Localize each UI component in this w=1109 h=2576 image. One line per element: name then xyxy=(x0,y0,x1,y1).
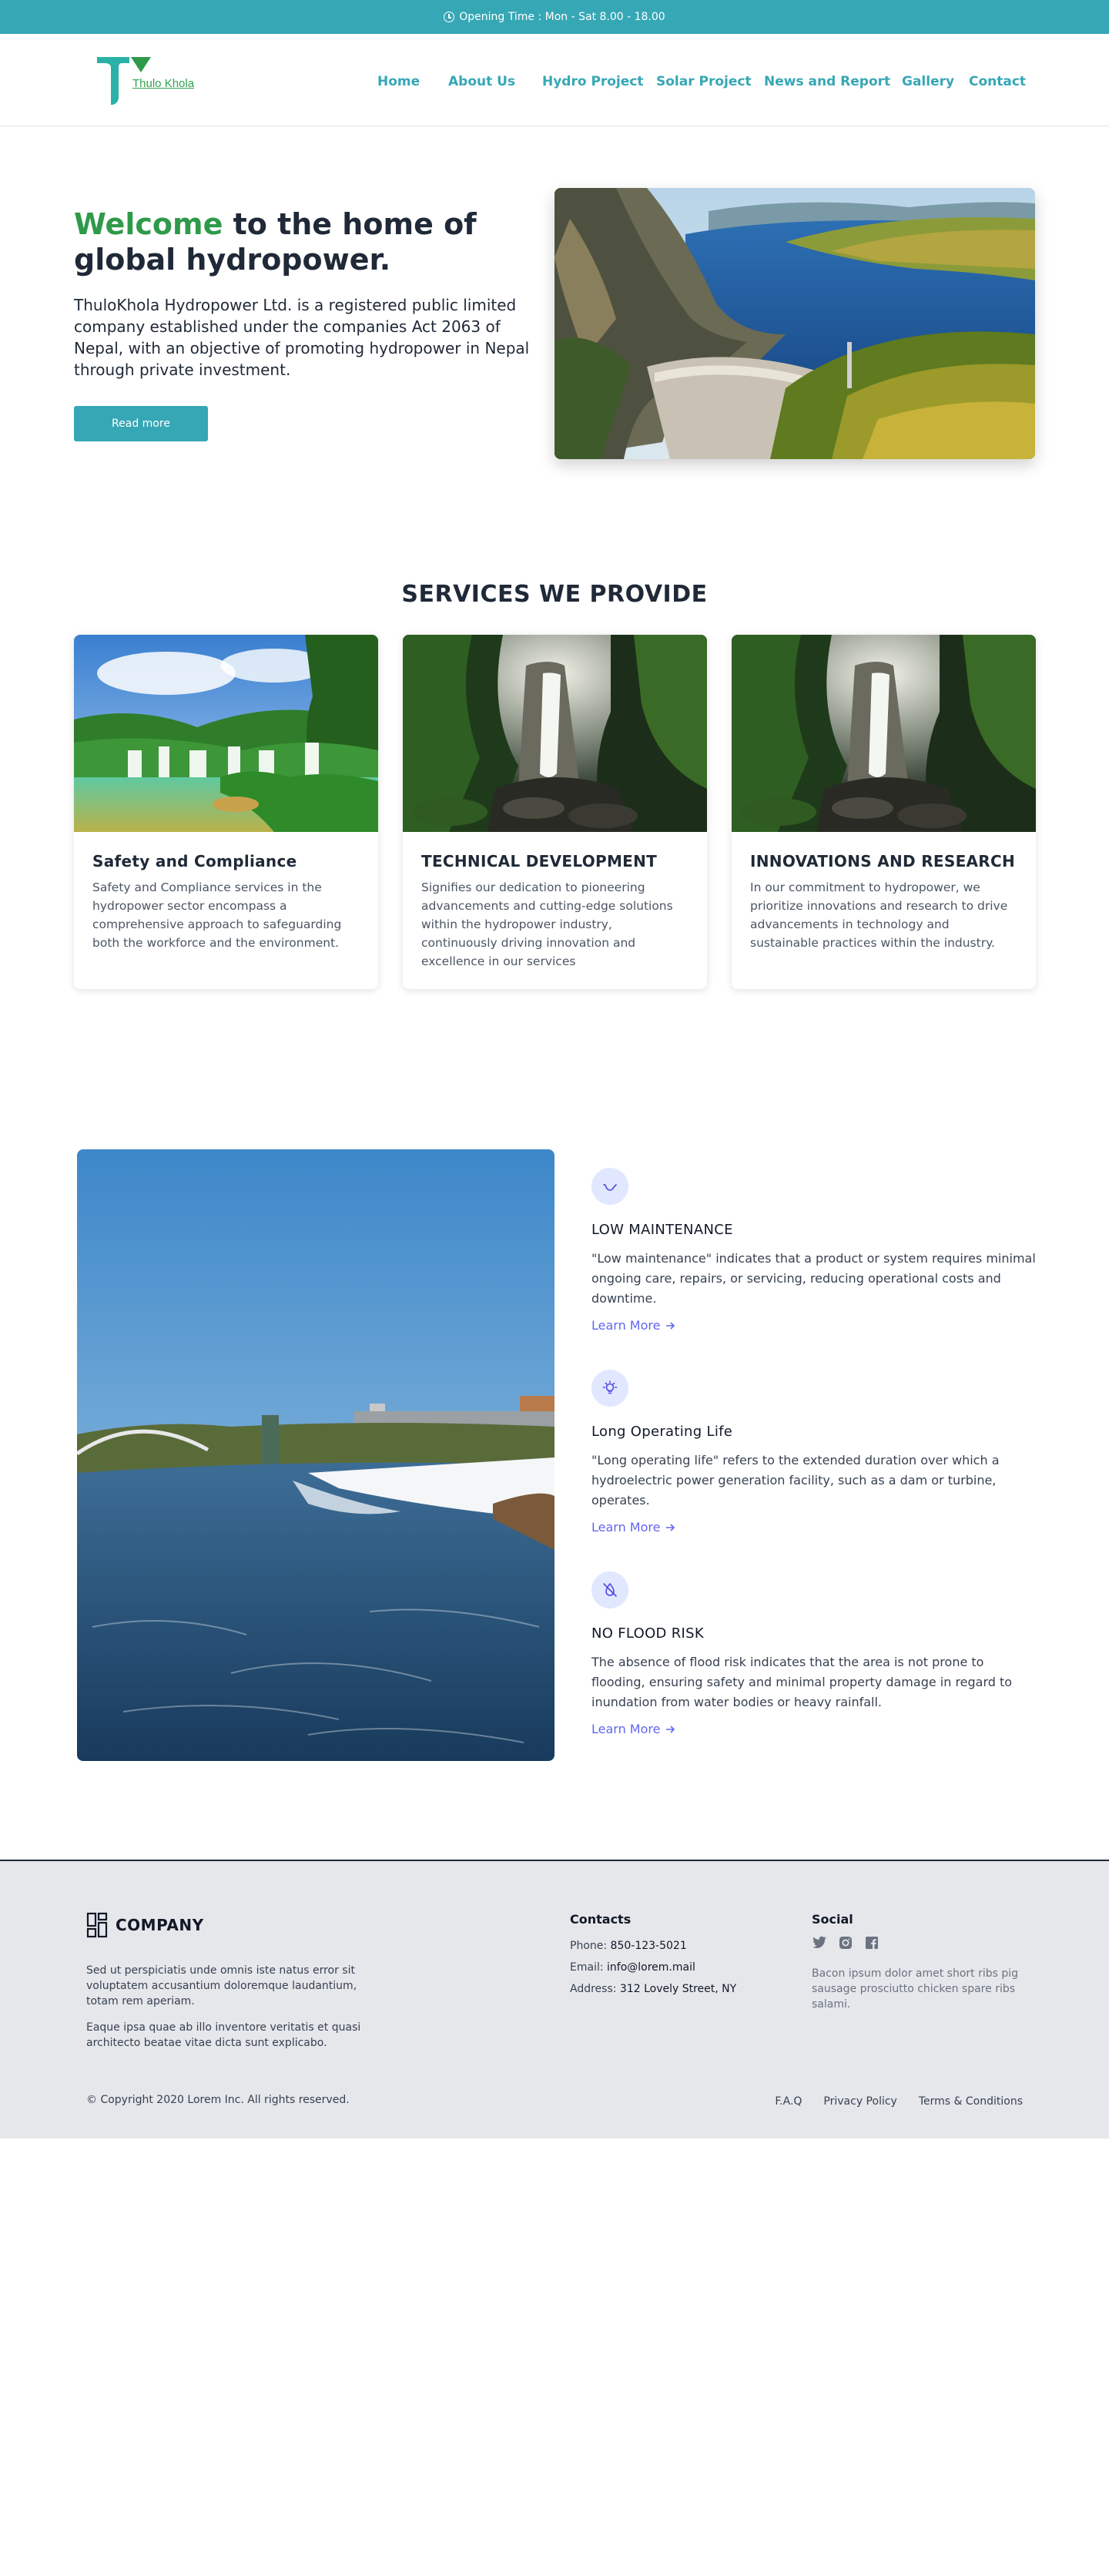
learn-more-link-3[interactable]: Learn More xyxy=(591,1722,675,1736)
contact-address: Address: 312 Lovely Street, NY xyxy=(570,1983,737,1995)
services-title: SERVICES WE PROVIDE xyxy=(401,581,708,608)
service-title-safety: Safety and Compliance xyxy=(92,852,297,870)
feature-title-long-operating-life: Long Operating Life xyxy=(591,1424,733,1440)
grid-logo-icon xyxy=(86,1912,108,1938)
no-drop-icon xyxy=(591,1571,628,1608)
service-title-innovations: INNOVATIONS AND RESEARCH xyxy=(750,852,1016,870)
twitter-icon[interactable] xyxy=(812,1935,827,1950)
contact-phone: Phone: 850-123-5021 xyxy=(570,1940,687,1952)
feature-title-low-maintenance: LOW MAINTENANCE xyxy=(591,1222,733,1238)
lightbulb-icon xyxy=(591,1370,628,1407)
nav-hydro-project[interactable]: Hydro Project xyxy=(542,74,644,89)
nav-gallery[interactable]: Gallery xyxy=(902,74,954,89)
forest-waterfall-image-2 xyxy=(732,635,1036,832)
wave-icon xyxy=(591,1168,628,1205)
waterfall-terraces-image xyxy=(74,635,378,832)
phone-value[interactable]: 850-123-5021 xyxy=(611,1940,687,1952)
nav-news-and-report[interactable]: News and Report xyxy=(764,74,890,89)
nav-solar-project[interactable]: Solar Project xyxy=(656,74,752,89)
social-title: Social xyxy=(812,1912,853,1927)
contact-email: Email: info@lorem.mail xyxy=(570,1961,695,1974)
privacy-policy-link[interactable]: Privacy Policy xyxy=(823,2095,896,2108)
email-value[interactable]: info@lorem.mail xyxy=(607,1961,695,1974)
footer-about-1: Sed ut perspiciatis unde omnis iste natu… xyxy=(86,1964,357,2007)
feature-text-long-operating-life: "Long operating life" refers to the exte… xyxy=(591,1453,1000,1508)
terms-link[interactable]: Terms & Conditions xyxy=(919,2095,1023,2108)
social-description: Bacon ipsum dolor amet short ribs pig sa… xyxy=(812,1967,1019,2011)
hero-description: ThuloKhola Hydropower Ltd. is a register… xyxy=(74,296,530,379)
service-title-technical: TECHNICAL DEVELOPMENT xyxy=(421,852,658,870)
service-card-safety[interactable]: Safety and Compliance Safety and Complia… xyxy=(74,635,378,989)
clock-icon xyxy=(444,12,455,22)
learn-more-link-2[interactable]: Learn More xyxy=(591,1520,675,1535)
copyright-text: © Copyright 2020 Lorem Inc. All rights r… xyxy=(86,2094,350,2106)
feature-low-maintenance: LOW MAINTENANCE "Low maintenance" indica… xyxy=(591,1168,1038,1333)
feature-text-no-flood-risk: The absence of flood risk indicates that… xyxy=(591,1655,1013,1709)
feature-text-low-maintenance: "Low maintenance" indicates that a produ… xyxy=(591,1251,1036,1306)
learn-more-link-1[interactable]: Learn More xyxy=(591,1318,675,1333)
dam-lake-image xyxy=(554,188,1035,459)
service-text-technical: Signifies our dedication to pioneering a… xyxy=(421,880,673,968)
nav-home[interactable]: Home xyxy=(377,74,420,89)
nav-about-us[interactable]: About Us xyxy=(448,74,515,89)
hero-title-accent: Welcome xyxy=(74,207,223,241)
hero-title: Welcome to the home of global hydropower… xyxy=(74,206,505,277)
forest-waterfall-image xyxy=(403,635,707,832)
site-footer: COMPANY Sed ut perspiciatis unde omnis i… xyxy=(0,1860,1109,2138)
facebook-icon[interactable] xyxy=(864,1935,879,1950)
nav-contact[interactable]: Contact xyxy=(969,74,1026,89)
instagram-icon[interactable] xyxy=(838,1935,853,1950)
address-value: 312 Lovely Street, NY xyxy=(619,1983,737,1995)
feature-no-flood-risk: NO FLOOD RISK The absence of flood risk … xyxy=(591,1571,1038,1736)
footer-company-name: COMPANY xyxy=(116,1916,204,1934)
service-text-innovations: In our commitment to hydropower, we prio… xyxy=(750,880,1008,950)
niagara-falls-image xyxy=(77,1149,554,1761)
feature-title-no-flood-risk: NO FLOOD RISK xyxy=(591,1625,704,1642)
arrow-right-icon xyxy=(666,1725,675,1733)
feature-long-operating-life: Long Operating Life "Long operating life… xyxy=(591,1370,1038,1535)
footer-logo[interactable]: COMPANY xyxy=(86,1912,204,1938)
opening-time-text: Opening Time : Mon - Sat 8.00 - 18.00 xyxy=(459,11,665,23)
footer-links: F.A.Q Privacy Policy Terms & Conditions xyxy=(775,2095,1023,2108)
faq-link[interactable]: F.A.Q xyxy=(775,2095,802,2108)
hero-section: Welcome to the home of global hydropower… xyxy=(0,126,1109,564)
read-more-button[interactable]: Read more xyxy=(74,406,208,441)
arrow-right-icon xyxy=(666,1321,675,1330)
opening-time-bar: Opening Time : Mon - Sat 8.00 - 18.00 xyxy=(0,0,1109,34)
service-text-safety: Safety and Compliance services in the hy… xyxy=(92,880,342,950)
main-nav: Home About Us Hydro Project Solar Projec… xyxy=(0,34,1109,126)
footer-about-2: Eaque ipsa quae ab illo inventore verita… xyxy=(86,2021,361,2049)
service-card-technical[interactable]: TECHNICAL DEVELOPMENT Signifies our dedi… xyxy=(403,635,707,989)
service-card-innovations[interactable]: INNOVATIONS AND RESEARCH In our commitme… xyxy=(732,635,1036,989)
arrow-right-icon xyxy=(666,1523,675,1531)
social-icons xyxy=(812,1935,879,1950)
contacts-title: Contacts xyxy=(570,1912,632,1927)
